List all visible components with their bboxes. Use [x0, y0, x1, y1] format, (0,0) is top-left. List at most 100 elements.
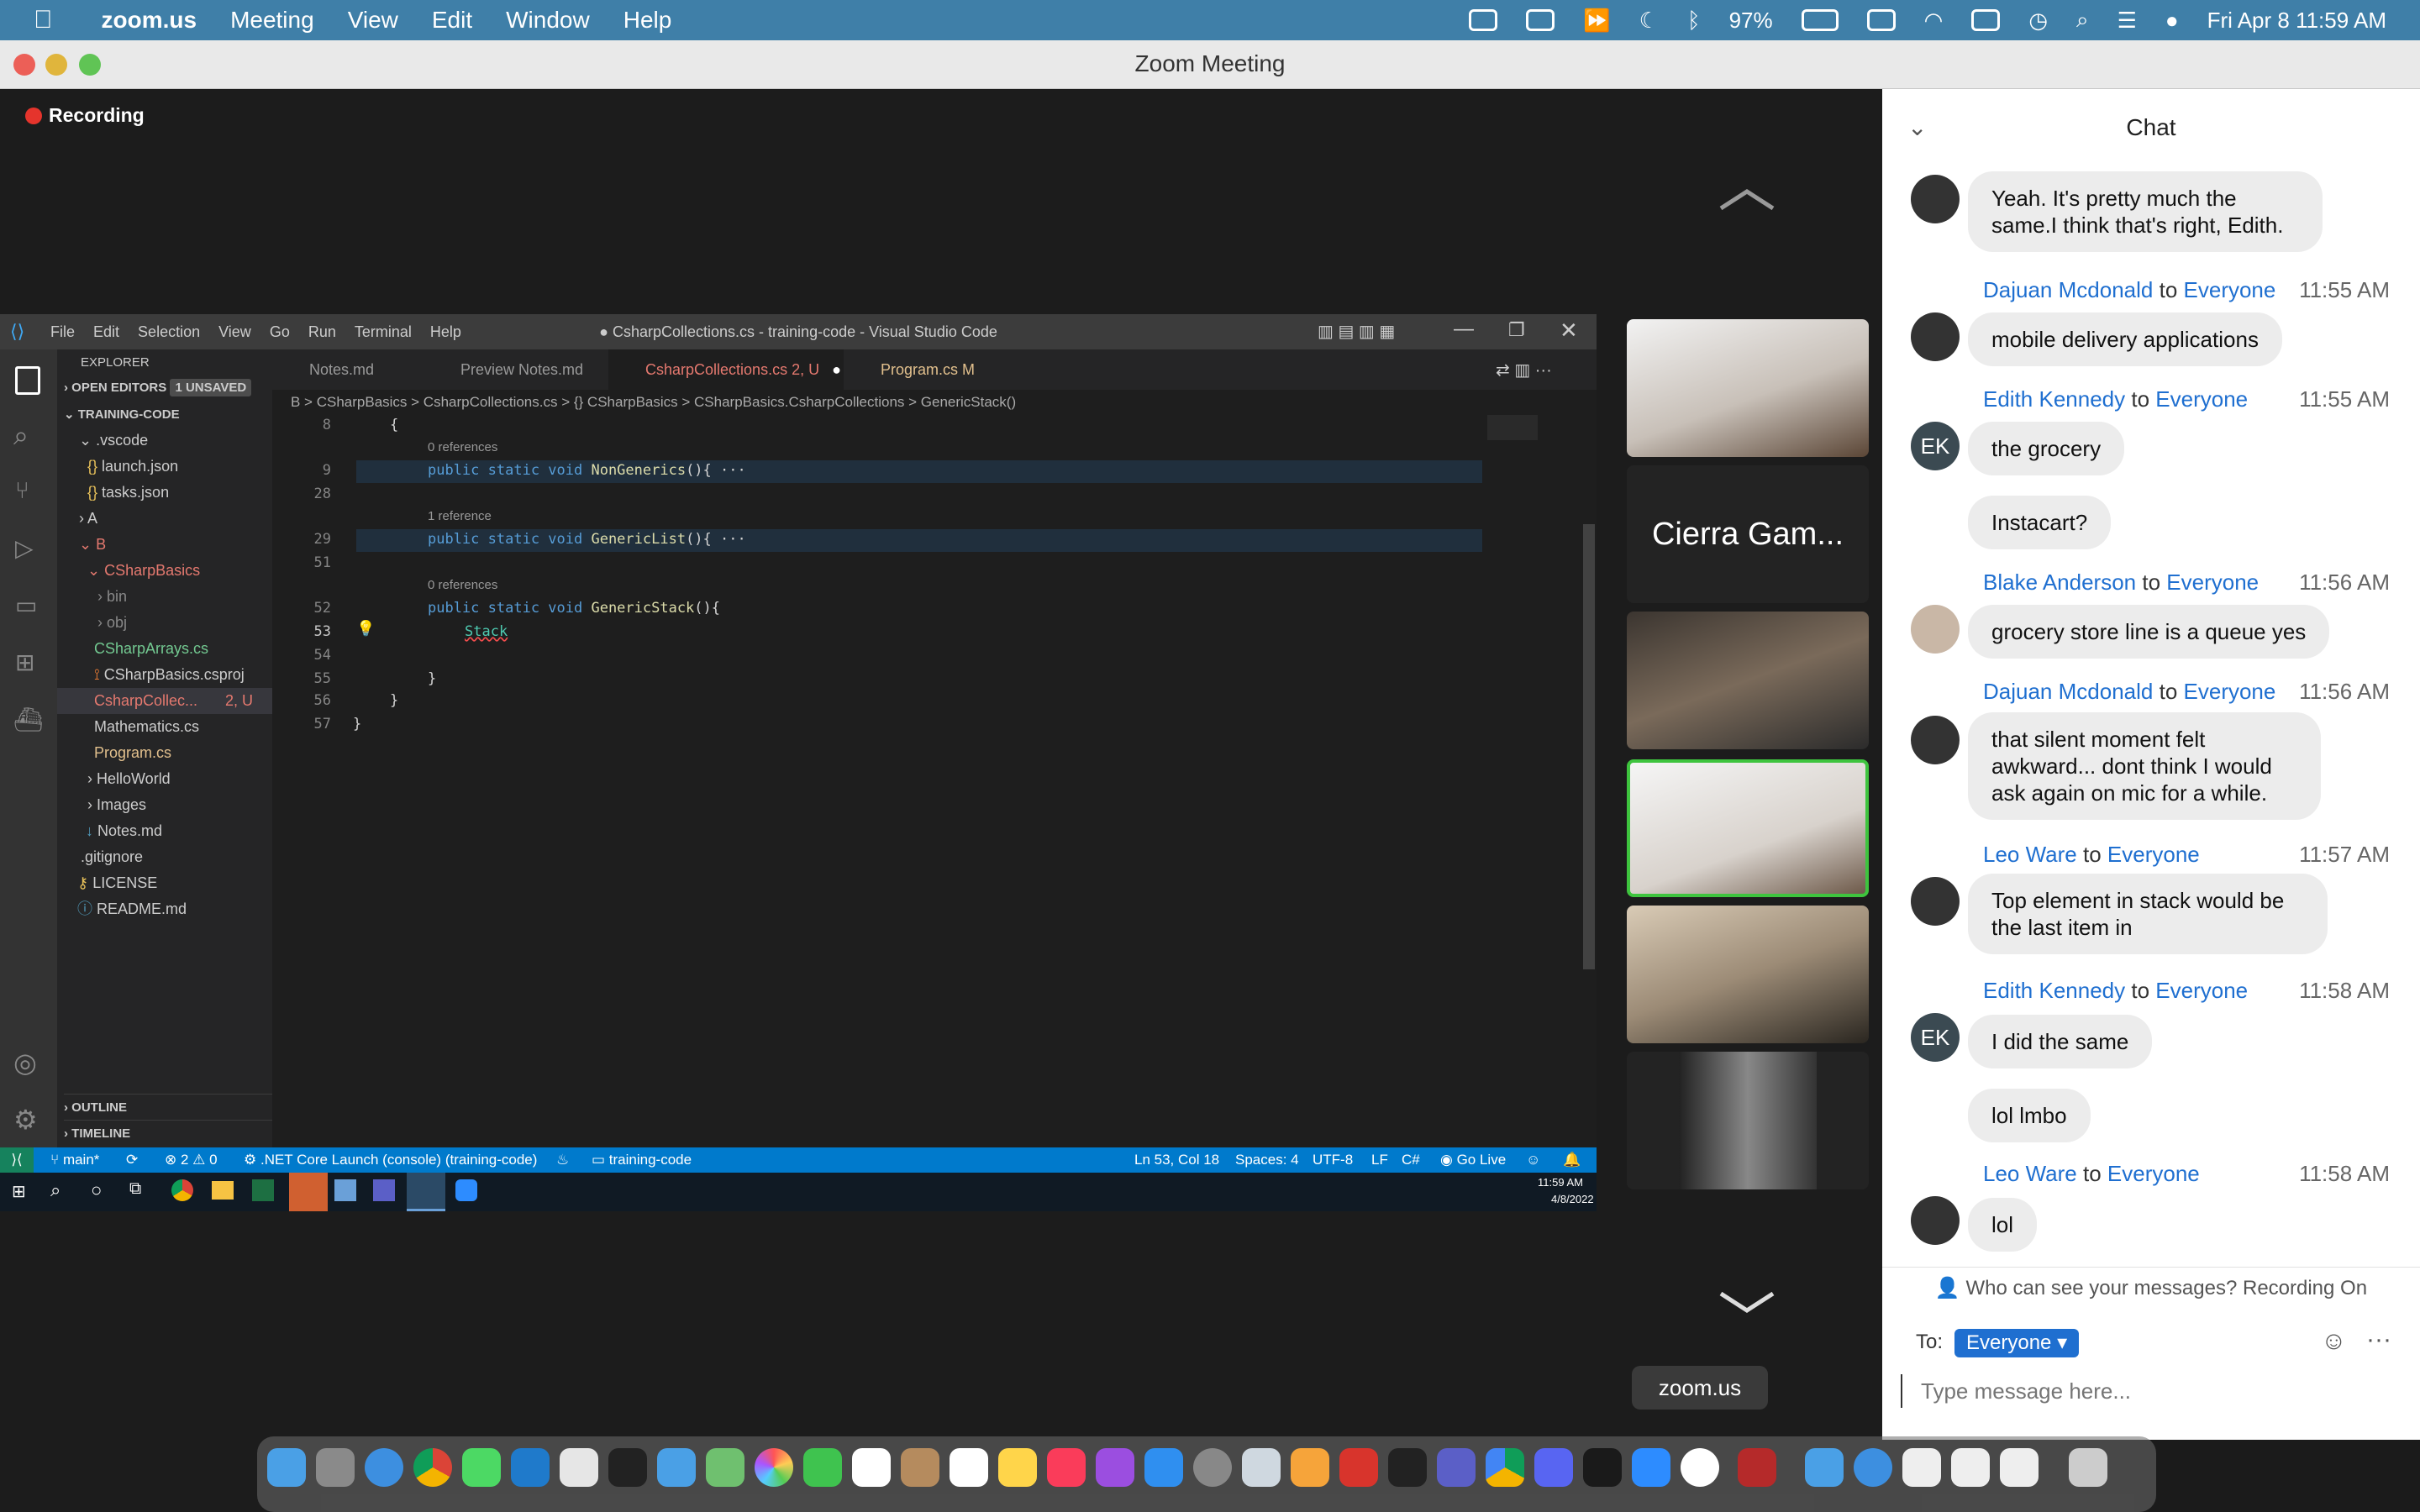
- teams-dock-icon[interactable]: [1437, 1448, 1476, 1487]
- bluetooth-icon[interactable]: ᛒ: [1687, 8, 1701, 34]
- memory-icon[interactable]: [1971, 9, 2001, 31]
- taskbar-time[interactable]: 11:59 AM: [1538, 1176, 1583, 1189]
- scroll-down-icon[interactable]: [1718, 1290, 1776, 1315]
- github-icon[interactable]: [1681, 1448, 1719, 1487]
- acrobat-icon[interactable]: [1339, 1448, 1378, 1487]
- problems-indicator[interactable]: ⊗ 2 ⚠ 0: [165, 1147, 218, 1173]
- recipient-name[interactable]: Everyone: [2155, 978, 2248, 1003]
- remote-explorer-icon[interactable]: ▭: [15, 591, 37, 619]
- docker-icon[interactable]: ⛴: [13, 706, 44, 733]
- run-debug-icon[interactable]: ▷: [15, 534, 34, 562]
- tab-csharpcollections[interactable]: CsharpCollections.cs 2, U ●: [608, 349, 844, 390]
- line-ending[interactable]: LF: [1371, 1147, 1388, 1173]
- recording-indicator[interactable]: Recording: [25, 104, 145, 127]
- excel-icon[interactable]: [252, 1179, 274, 1201]
- teams-icon[interactable]: [373, 1179, 395, 1201]
- search-icon[interactable]: ⌕: [13, 420, 29, 452]
- message-meta[interactable]: Dajuan Mcdonald to Everyone: [1983, 277, 2275, 303]
- taskbar-search-icon[interactable]: ⌕: [50, 1179, 60, 1201]
- collapse-chevron-icon[interactable]: ⌄: [1907, 89, 1927, 166]
- video-tile-name[interactable]: Cierra Gam...: [1627, 465, 1869, 603]
- video-tile-4[interactable]: [1627, 1052, 1869, 1189]
- app-icon[interactable]: [334, 1179, 356, 1201]
- cortana-icon[interactable]: ○: [91, 1179, 102, 1201]
- menu-window[interactable]: Window: [506, 7, 590, 34]
- git-branch[interactable]: ⑂ main*: [50, 1147, 99, 1173]
- message-meta[interactable]: Leo Ware to Everyone: [1983, 842, 2200, 868]
- emoji-icon[interactable]: ☺: [2321, 1327, 2347, 1356]
- search-icon[interactable]: ⌕: [2076, 7, 2089, 34]
- messages-icon[interactable]: [462, 1448, 501, 1487]
- mail-icon[interactable]: [657, 1448, 696, 1487]
- chrome-icon[interactable]: [413, 1448, 452, 1487]
- tab-program-cs[interactable]: Program.cs M: [844, 349, 995, 390]
- chrome-icon[interactable]: [171, 1179, 193, 1201]
- video-tile-3[interactable]: [1627, 906, 1869, 1043]
- explorer-icon[interactable]: [15, 366, 40, 395]
- video-tile-active-speaker[interactable]: [1627, 759, 1869, 897]
- minimap[interactable]: [1487, 415, 1538, 440]
- terminal-icon[interactable]: [608, 1448, 647, 1487]
- tree-item-csharpcollections[interactable]: CsharpCollec... 2, U: [57, 688, 272, 714]
- sender-name[interactable]: Dajuan Mcdonald: [1983, 277, 2153, 302]
- feedback-icon[interactable]: ☺: [1526, 1147, 1540, 1173]
- live-icon[interactable]: [1388, 1448, 1427, 1487]
- tree-item-helloworld[interactable]: › HelloWorld: [87, 766, 302, 792]
- safari-icon[interactable]: [365, 1448, 403, 1487]
- trash-icon[interactable]: [2069, 1448, 2107, 1487]
- menu-meeting[interactable]: Meeting: [230, 7, 314, 34]
- message-meta[interactable]: Edith Kennedy to Everyone: [1983, 978, 2248, 1004]
- encoding[interactable]: UTF-8: [1313, 1147, 1353, 1173]
- tree-item-tasks-json[interactable]: {} tasks.json: [87, 480, 302, 506]
- tree-item-csharpbasics[interactable]: ⌄ CSharpBasics: [87, 558, 302, 584]
- task-view-icon[interactable]: ⧉: [129, 1179, 141, 1199]
- file-explorer-icon[interactable]: [212, 1181, 234, 1200]
- preview-icon[interactable]: [1242, 1448, 1281, 1487]
- vscode-taskbar-icon[interactable]: [407, 1173, 445, 1211]
- tree-item-readme[interactable]: ⓘ README.md: [77, 896, 292, 922]
- document-icon[interactable]: [2000, 1448, 2039, 1487]
- music-icon[interactable]: [1047, 1448, 1086, 1487]
- document-icon[interactable]: [1951, 1448, 1990, 1487]
- codelens-references[interactable]: 0 references: [428, 578, 497, 592]
- sender-name[interactable]: Edith Kennedy: [1983, 978, 2125, 1003]
- launch-config[interactable]: ⚙ .NET Core Launch (console) (training-c…: [244, 1147, 537, 1173]
- tree-item-license[interactable]: ⚷ LICENSE: [77, 870, 292, 896]
- video-tile-1[interactable]: [1627, 319, 1869, 457]
- editor-scrollbar[interactable]: [1583, 524, 1595, 969]
- moon-icon[interactable]: ☾: [1639, 8, 1659, 34]
- more-options-icon[interactable]: ···: [2366, 1326, 2391, 1354]
- battery-percent[interactable]: 97%: [1729, 8, 1773, 34]
- recipient-name[interactable]: Everyone: [2184, 277, 2276, 302]
- document-icon[interactable]: [1902, 1448, 1941, 1487]
- vscode-dock-icon[interactable]: [511, 1448, 550, 1487]
- extensions-icon[interactable]: ⊞: [15, 648, 34, 676]
- vs-restore-icon[interactable]: ❐: [1508, 319, 1525, 341]
- finder-icon[interactable]: [267, 1448, 306, 1487]
- dictionary-icon[interactable]: [1738, 1448, 1776, 1487]
- tree-item-images[interactable]: › Images: [87, 792, 302, 818]
- layout-icons[interactable]: ▥ ▤ ▥ ▦: [1318, 321, 1395, 342]
- recipient-name[interactable]: Everyone: [2107, 1161, 2200, 1186]
- menu-help[interactable]: Help: [623, 7, 672, 34]
- windows-start-icon[interactable]: ⊞: [12, 1181, 26, 1202]
- app-store-icon[interactable]: [1144, 1448, 1183, 1487]
- facetime-icon[interactable]: [803, 1448, 842, 1487]
- outline-section[interactable]: › OUTLINE: [64, 1094, 279, 1120]
- notes-icon[interactable]: [998, 1448, 1037, 1487]
- timeline-section[interactable]: › TIMELINE: [64, 1120, 279, 1146]
- siri-icon[interactable]: ●: [2165, 8, 2179, 34]
- settings-gear-icon[interactable]: ⚙: [13, 1104, 38, 1136]
- sender-name[interactable]: Blake Anderson: [1983, 570, 2136, 595]
- keyboard-icon[interactable]: [1866, 9, 1896, 31]
- script-editor-icon[interactable]: [560, 1448, 598, 1487]
- remote-icon[interactable]: ⟩⟨: [0, 1147, 34, 1173]
- battery-icon[interactable]: [1801, 9, 1839, 31]
- taskbar-date[interactable]: 4/8/2022: [1551, 1193, 1594, 1205]
- wifi-icon[interactable]: ◠: [1924, 8, 1944, 34]
- drive-icon[interactable]: [1469, 9, 1498, 31]
- video-tile-2[interactable]: [1627, 612, 1869, 749]
- podcasts-icon[interactable]: [1096, 1448, 1134, 1487]
- globe-icon[interactable]: [1854, 1448, 1892, 1487]
- vs-minimize-icon[interactable]: —: [1454, 318, 1474, 341]
